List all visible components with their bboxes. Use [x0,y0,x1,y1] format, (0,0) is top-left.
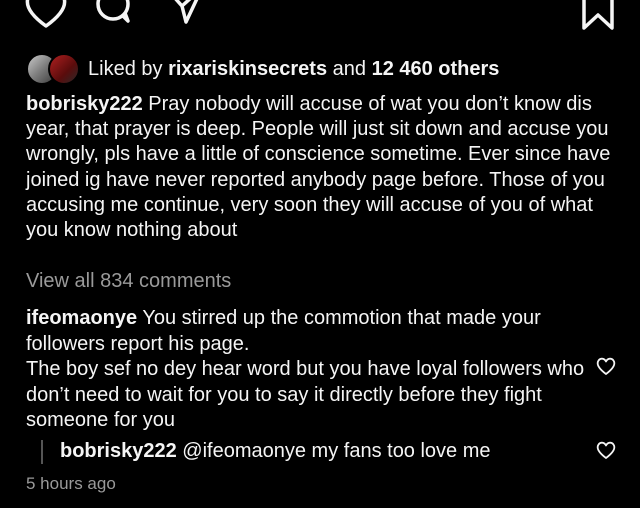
likes-others[interactable]: 12 460 others [372,58,500,80]
reply-thread-line [41,440,43,464]
comment-text-continued: The boy sef no dey hear word but you hav… [26,358,585,431]
comment-like-heart-icon[interactable] [595,356,617,376]
reply-like-heart-icon[interactable] [595,440,617,460]
caption-text: Pray nobody will accuse of wat you don’t… [26,93,611,242]
liker-avatars [26,53,80,85]
post-timestamp: 5 hours ago [26,474,116,493]
post-caption: bobrisky222 Pray nobody will accuse of w… [26,92,618,243]
reply-item: bobrisky222 @ifeomaonye my fans too love… [60,440,491,463]
liker-username[interactable]: rixariskinsecrets [168,58,327,80]
likes-text: Liked by rixariskinsecrets and 12 460 ot… [88,58,499,81]
reply-text: @ifeomaonye my fans too love me [182,440,491,462]
comment-icon[interactable] [92,0,136,28]
likes-joiner: and [332,57,367,80]
comment-username[interactable]: ifeomaonye [26,307,137,329]
view-all-comments-link[interactable]: View all 834 comments [26,270,231,293]
likes-summary[interactable]: Liked by rixariskinsecrets and 12 460 ot… [26,52,499,86]
comment-item: ifeomaonye You stirred up the commotion … [26,306,586,434]
bookmark-icon[interactable] [580,0,616,32]
post-action-bar [0,0,640,36]
heart-icon[interactable] [22,0,70,30]
share-icon[interactable] [162,0,206,28]
reply-username[interactable]: bobrisky222 [60,440,177,462]
caption-username[interactable]: bobrisky222 [26,93,143,115]
likes-prefix: Liked by [88,57,163,80]
avatar [48,53,80,85]
